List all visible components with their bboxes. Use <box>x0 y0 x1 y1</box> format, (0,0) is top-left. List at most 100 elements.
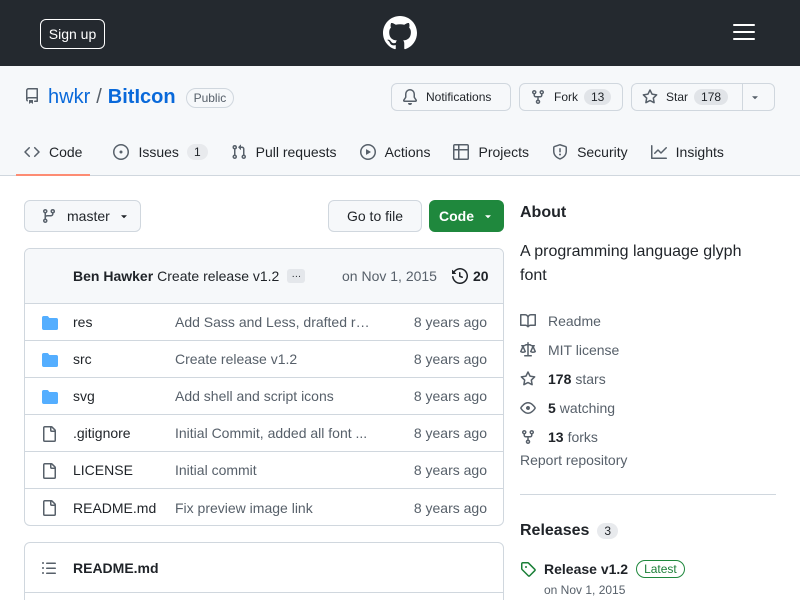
stars-link[interactable]: 178 stars <box>520 364 619 393</box>
forks-count: 13 <box>548 428 564 445</box>
file-age: 8 years ago <box>413 425 487 441</box>
releases-heading[interactable]: Releases 3 <box>520 522 619 540</box>
shield-icon <box>553 144 568 160</box>
book-icon <box>520 313 536 327</box>
hamburger-menu-icon[interactable] <box>733 24 755 42</box>
file-name-link[interactable]: res <box>73 314 92 330</box>
file-age: 8 years ago <box>413 388 487 404</box>
stars-count: 178 <box>548 370 572 387</box>
file-commit-message[interactable]: Initial Commit, added all font ... <box>175 425 375 441</box>
about-links: Readme MIT license 178 stars 5 watching … <box>520 306 619 451</box>
table-icon <box>453 144 470 160</box>
tab-insights[interactable]: Insights <box>650 136 724 176</box>
tab-actions[interactable]: Actions <box>359 136 431 176</box>
license-link[interactable]: MIT license <box>520 335 619 364</box>
play-icon <box>359 144 376 160</box>
file-commit-message[interactable]: Initial commit <box>175 462 375 478</box>
notifications-label: Notifications <box>426 90 492 104</box>
visibility-badge: Public <box>185 87 235 108</box>
file-commit-message[interactable]: Add shell and script icons <box>175 388 375 404</box>
forks-link[interactable]: 13 forks <box>520 422 619 451</box>
readme-link[interactable]: Readme <box>520 306 619 335</box>
watching-count: 5 <box>548 399 556 416</box>
file-name-link[interactable]: .gitignore <box>73 425 131 441</box>
issue-icon <box>113 144 130 160</box>
tab-pull-requests[interactable]: Pull requests <box>231 136 337 176</box>
file-row[interactable]: .gitignore Initial Commit, added all fon… <box>25 415 503 452</box>
file-name-link[interactable]: README.md <box>73 500 156 516</box>
triangle-down-icon <box>751 96 758 100</box>
fork-label: Fork <box>554 90 578 104</box>
list-unordered-icon[interactable] <box>41 560 57 576</box>
forks-label: forks <box>567 428 598 445</box>
branch-name: master <box>67 208 110 224</box>
file-row[interactable]: src Create release v1.2 8 years ago <box>25 341 503 378</box>
github-logo-icon[interactable] <box>383 16 417 50</box>
file-name-link[interactable]: LICENSE <box>73 462 133 478</box>
notifications-button[interactable]: Notifications <box>391 83 511 111</box>
report-repository-link[interactable]: Report repository <box>520 452 627 468</box>
star-button[interactable]: Star 178 <box>631 83 743 111</box>
commit-history-link[interactable]: 20 <box>452 268 489 284</box>
tab-code[interactable]: Code <box>16 136 91 176</box>
go-to-file-button[interactable]: Go to file <box>328 200 422 232</box>
fork-button[interactable]: Fork 13 <box>519 83 623 111</box>
triangle-down-icon <box>485 215 491 219</box>
watching-link[interactable]: 5 watching <box>520 393 619 422</box>
latest-release[interactable]: Release v1.2 Latest <box>520 560 685 578</box>
code-dropdown-button[interactable]: Code <box>429 200 504 232</box>
tab-insights-label: Insights <box>675 144 724 160</box>
file-name-link[interactable]: src <box>73 351 92 367</box>
tag-icon <box>521 562 536 577</box>
tab-projects[interactable]: Projects <box>453 136 529 176</box>
about-description: A programming language glyph font <box>520 243 742 284</box>
file-name-link[interactable]: svg <box>73 388 95 404</box>
latest-badge: Latest <box>636 560 685 578</box>
file-age: 8 years ago <box>413 499 487 516</box>
issues-count: 1 <box>186 144 208 160</box>
repo-title: hwkr / BitIcon Public <box>48 86 235 109</box>
sidebar-divider <box>520 494 776 495</box>
tab-projects-label: Projects <box>478 144 530 160</box>
commit-message-link[interactable]: Create release v1.2 <box>157 268 279 284</box>
tab-issues[interactable]: Issues 1 <box>113 136 208 176</box>
repo-tabs: Code Issues 1 Pull requests Actions Proj… <box>16 136 747 176</box>
readme-header: README.md <box>25 543 503 593</box>
fork-count: 13 <box>584 89 612 105</box>
tab-security-label: Security <box>577 144 628 160</box>
watching-label: watching <box>559 399 616 416</box>
code-icon <box>24 146 40 158</box>
branch-selector[interactable]: master <box>24 200 141 232</box>
file-age: 8 years ago <box>413 462 487 478</box>
bell-icon <box>402 89 417 105</box>
file-row[interactable]: res Add Sass and Less, drafted rel... 8 … <box>25 304 503 341</box>
star-list-dropdown[interactable] <box>742 83 775 111</box>
repo-owner-link[interactable]: hwkr <box>48 86 90 109</box>
file-commit-message[interactable]: Add Sass and Less, drafted rel... <box>175 314 375 330</box>
file-age: 8 years ago <box>413 351 487 367</box>
commit-author-link[interactable]: Ben Hawker <box>73 268 153 284</box>
releases-title: Releases <box>520 522 590 539</box>
release-date: on Nov 1, 2015 <box>544 583 626 597</box>
repo-name-link[interactable]: BitIcon <box>108 86 176 109</box>
file-browser: Ben Hawker Create release v1.2 … on Nov … <box>24 248 504 526</box>
file-row[interactable]: LICENSE Initial commit 8 years ago <box>25 452 503 489</box>
expand-commit-button[interactable]: … <box>287 269 306 283</box>
sign-up-button[interactable]: Sign up <box>40 19 105 49</box>
fork-icon <box>532 90 544 105</box>
repo-header: hwkr / BitIcon Public Notifications Fork… <box>0 66 800 176</box>
tab-security[interactable]: Security <box>552 136 628 176</box>
triangle-down-icon <box>121 215 127 219</box>
file-commit-message[interactable]: Fix preview image link <box>175 500 375 516</box>
releases-count: 3 <box>597 523 619 539</box>
readme-title[interactable]: README.md <box>73 560 159 576</box>
readme-label: Readme <box>548 312 601 329</box>
pull-request-icon <box>232 144 246 160</box>
star-label: Star <box>666 90 689 104</box>
tab-actions-label: Actions <box>384 144 431 160</box>
file-row[interactable]: svg Add shell and script icons 8 years a… <box>25 378 503 415</box>
file-icon <box>43 500 56 516</box>
file-row[interactable]: README.md Fix preview image link 8 years… <box>25 489 503 525</box>
release-name: Release v1.2 <box>544 561 629 577</box>
file-commit-message[interactable]: Create release v1.2 <box>175 351 375 367</box>
